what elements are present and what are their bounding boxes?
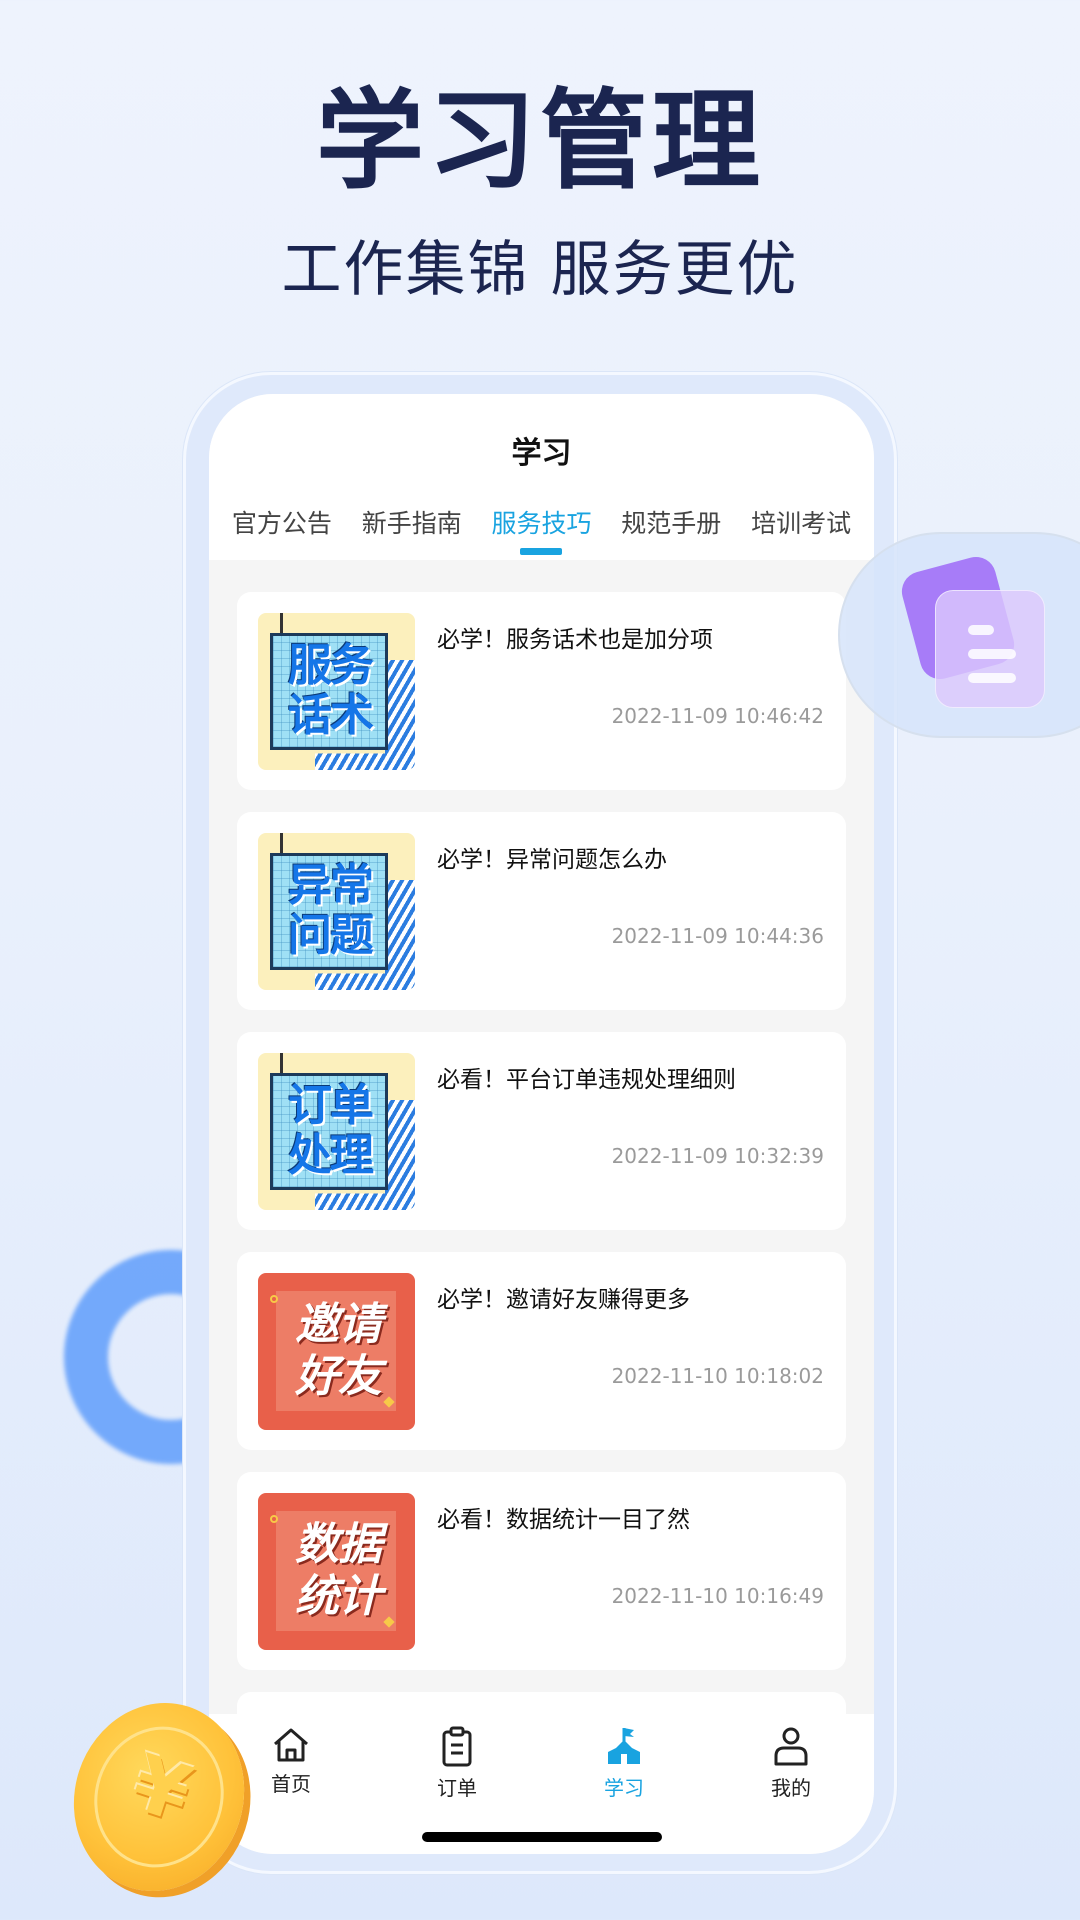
article-cover: 数据 统计 bbox=[258, 1493, 415, 1650]
tab-training-exam[interactable]: 培训考试 bbox=[751, 504, 851, 540]
cover-text: 数据 统计 bbox=[295, 1519, 382, 1622]
article-title: 必学！邀请好友赚得更多 bbox=[437, 1287, 690, 1313]
tabbar-label: 我的 bbox=[771, 1776, 811, 1800]
article-title: 必学！服务话术也是加分项 bbox=[437, 627, 713, 653]
tabbar-item-home[interactable]: 首页 bbox=[241, 1726, 341, 1797]
tabbar-item-study[interactable]: 学习 bbox=[574, 1726, 674, 1801]
cover-text: 异常 问题 bbox=[288, 860, 374, 961]
article-title: 必看！平台订单违规处理细则 bbox=[437, 1067, 736, 1093]
article-time: 2022-11-10 10:18:02 bbox=[611, 1364, 824, 1388]
phone-screen: 学习 官方公告 新手指南 服务技巧 规范手册 培训考试 服务 话术 必学！服务话术… bbox=[209, 394, 874, 1854]
school-flag-icon bbox=[608, 1728, 640, 1764]
tabbar-label: 首页 bbox=[271, 1772, 311, 1796]
cover-text: 邀请 好友 bbox=[295, 1299, 382, 1402]
article-title: 必学！异常问题怎么办 bbox=[437, 847, 667, 873]
tabbar-item-orders[interactable]: 订单 bbox=[407, 1726, 507, 1801]
cover-text: 订单 处理 bbox=[288, 1080, 374, 1181]
home-icon bbox=[274, 1728, 308, 1762]
tabbar-label: 订单 bbox=[437, 1776, 477, 1800]
tabbar-label: 学习 bbox=[604, 1776, 644, 1800]
article-list: 服务 话术 必学！服务话术也是加分项 2022-11-09 10:46:42 异常… bbox=[237, 592, 846, 1732]
category-tabs: 官方公告 新手指南 服务技巧 规范手册 培训考试 bbox=[209, 504, 874, 540]
document-icon bbox=[935, 590, 1045, 708]
tab-beginner-guide[interactable]: 新手指南 bbox=[362, 504, 462, 540]
clipboard-icon bbox=[442, 1726, 472, 1767]
article-cover: 服务 话术 bbox=[258, 613, 415, 770]
user-icon bbox=[774, 1727, 808, 1766]
article-card[interactable]: 服务 话术 必学！服务话术也是加分项 2022-11-09 10:46:42 bbox=[237, 592, 846, 790]
article-cover: 异常 问题 bbox=[258, 833, 415, 990]
article-time: 2022-11-10 10:16:49 bbox=[611, 1584, 824, 1608]
article-card[interactable]: 订单 处理 必看！平台订单违规处理细则 2022-11-09 10:32:39 bbox=[237, 1032, 846, 1230]
article-cover: 邀请 好友 bbox=[258, 1273, 415, 1430]
screen-title: 学习 bbox=[511, 436, 572, 471]
article-time: 2022-11-09 10:46:42 bbox=[611, 704, 824, 728]
tabbar-item-profile[interactable]: 我的 bbox=[741, 1726, 841, 1801]
tab-service-skills[interactable]: 服务技巧 bbox=[491, 504, 591, 540]
article-card[interactable]: 邀请 好友 必学！邀请好友赚得更多 2022-11-10 10:18:02 bbox=[237, 1252, 846, 1450]
hero-subtitle: 工作集锦 服务更优 bbox=[281, 235, 799, 305]
article-card[interactable]: 异常 问题 必学！异常问题怎么办 2022-11-09 10:44:36 bbox=[237, 812, 846, 1010]
article-cover: 订单 处理 bbox=[258, 1053, 415, 1210]
tab-standards-manual[interactable]: 规范手册 bbox=[621, 504, 721, 540]
article-time: 2022-11-09 10:44:36 bbox=[611, 924, 824, 948]
article-title: 必看！数据统计一目了然 bbox=[437, 1507, 690, 1533]
home-indicator bbox=[421, 1832, 662, 1842]
hero-title: 学习管理 bbox=[315, 79, 764, 204]
cover-text: 服务 话术 bbox=[288, 640, 374, 741]
article-time: 2022-11-09 10:32:39 bbox=[611, 1144, 824, 1168]
article-card[interactable]: 数据 统计 必看！数据统计一目了然 2022-11-10 10:16:49 bbox=[237, 1472, 846, 1670]
screen-header: 学习 官方公告 新手指南 服务技巧 规范手册 培训考试 bbox=[209, 394, 874, 560]
bottom-tabbar: 首页 订单 学习 我的 bbox=[209, 1714, 874, 1854]
tab-official-notice[interactable]: 官方公告 bbox=[232, 504, 332, 540]
